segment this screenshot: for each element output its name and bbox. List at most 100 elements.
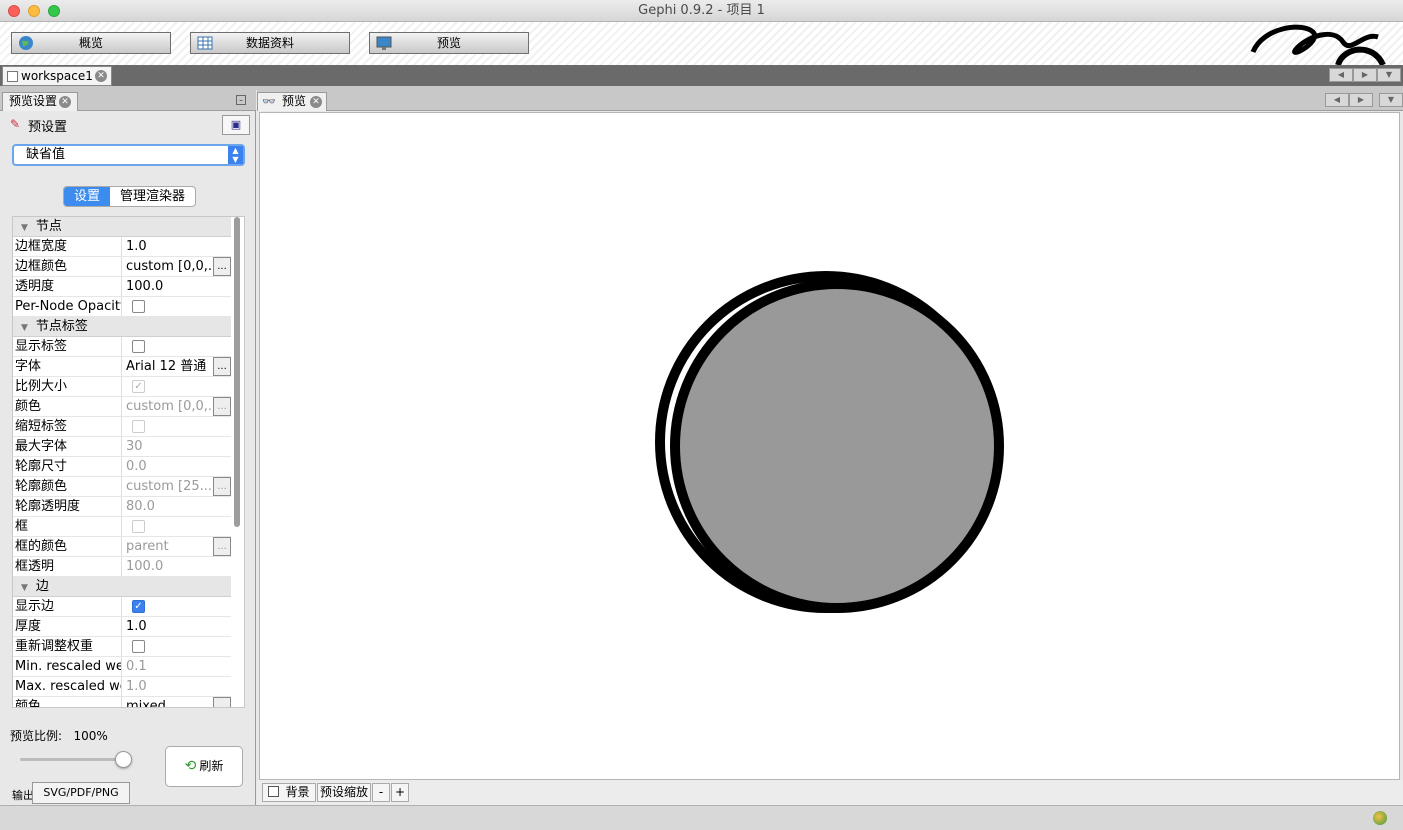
close-window-button[interactable] [8,5,20,17]
checkbox[interactable] [132,340,145,353]
property-value: 80.0 [121,497,231,516]
property-row: Per-Node Opacity [13,297,231,317]
property-value[interactable]: mixed... [121,697,231,707]
property-value-text: 1.0 [126,239,147,254]
refresh-button[interactable]: ⟲ 刷新 [165,746,243,787]
property-key: 比例大小 [15,379,68,394]
property-value[interactable]: 1.0 [121,237,231,256]
preset-select[interactable]: 缺省值 ▲ ▼ [12,144,245,166]
export-button[interactable]: SVG/PDF/PNG [32,782,130,804]
ellipsis-button[interactable]: ... [213,477,231,496]
property-value: 100.0 [121,557,231,576]
workspace-bar: workspace1 ✕ ◀ ▶ ▼ [0,65,1403,86]
preview-bottom-bar: 背景 预设缩放 - + [257,780,1403,805]
scrollbar-thumb[interactable] [234,217,240,527]
save-preset-button[interactable]: ▣ [222,115,250,135]
property-category[interactable]: ▼ 边 [13,577,231,597]
zoom-in-button[interactable]: + [391,783,409,802]
collapse-triangle-icon[interactable]: ▼ [21,579,28,598]
next-icon[interactable]: ▶ [1349,93,1373,107]
reset-zoom-button[interactable]: 预设缩放 [317,783,371,802]
property-key: 轮廓尺寸 [15,459,68,474]
preview-canvas[interactable] [259,112,1400,780]
scale-slider-track[interactable] [20,758,130,761]
property-category[interactable]: ▼ 节点标签 [13,317,231,337]
property-key: Min. rescaled weight [15,659,121,674]
property-row: 缩短标签 [13,417,231,437]
collapse-triangle-icon[interactable]: ▼ [21,319,28,338]
checkbox[interactable] [132,640,145,653]
prev-icon[interactable]: ◀ [1325,93,1349,107]
ellipsis-button[interactable]: ... [213,257,231,276]
property-value[interactable]: 1.0 [121,617,231,636]
next-icon[interactable]: ▶ [1353,68,1377,82]
ellipsis-button[interactable]: ... [213,537,231,556]
property-value[interactable]: 100.0 [121,277,231,296]
dropdown-icon[interactable]: ▼ [1377,68,1401,82]
zoom-window-button[interactable] [48,5,60,17]
dropdown-icon[interactable]: ▼ [1379,93,1403,107]
background-toggle[interactable]: 背景 [262,783,316,802]
property-row: 厚度 1.0 [13,617,231,637]
data-lab-button[interactable]: 数据资料 [190,32,350,54]
scale-slider-knob[interactable] [115,751,132,768]
close-icon[interactable]: ✕ [95,70,107,82]
property-scrollbar[interactable] [232,217,242,707]
collapse-triangle-icon[interactable]: ▼ [21,219,28,238]
tab-manage-renderers[interactable]: 管理渲染器 [110,187,195,206]
close-icon[interactable]: ✕ [59,96,71,108]
tab-preview-settings[interactable]: 预览设置 ✕ [2,92,78,111]
zoom-out-button[interactable]: - [372,783,390,802]
checkbox[interactable]: ✓ [132,600,145,613]
close-icon[interactable]: ✕ [310,96,322,108]
minimize-window-button[interactable] [28,5,40,17]
refresh-label: 刷新 [199,759,224,773]
preset-label: 预设置 [28,120,68,135]
property-key: Max. rescaled weight [15,679,121,694]
property-value[interactable] [121,637,231,656]
workspace-tab-label: workspace1 [21,69,93,83]
prev-icon[interactable]: ◀ [1329,68,1353,82]
property-category[interactable]: ▼ 节点 [13,217,231,237]
property-row: 颜色 custom [0,0,...... [13,397,231,417]
property-key: 显示标签 [15,339,68,354]
preview-button[interactable]: 预览 [369,32,529,54]
export-label: 输出 [12,789,34,802]
property-row: 颜色 mixed... [13,697,231,707]
property-value-text: custom [0,0,... [126,259,221,274]
property-value: 0.0 [121,457,231,476]
property-key: 重新调整权重 [15,639,94,654]
property-value-text: 30 [126,439,143,454]
ellipsis-button[interactable]: ... [213,397,231,416]
status-bar [0,805,1403,830]
property-row: 边框宽度 1.0 [13,237,231,257]
property-value-text: 0.0 [126,459,147,474]
property-value[interactable] [121,297,231,316]
property-row: 显示标签 [13,337,231,357]
minimize-panel-icon[interactable]: – [236,95,246,105]
tab-preview[interactable]: 👓 预览 ✕ [257,92,327,111]
property-row: 重新调整权重 [13,637,231,657]
property-value-text: Arial 12 普通 [126,359,207,374]
ellipsis-button[interactable]: ... [213,357,231,376]
workspace-tab[interactable]: workspace1 ✕ [2,66,112,86]
property-value[interactable] [121,337,231,356]
property-row: 显示边 ✓ [13,597,231,617]
glasses-icon: 👓 [262,95,276,108]
preview-area: 👓 预览 ✕ ◀ ▶ ▼ 背景 预设缩放 - + [257,90,1403,805]
checkbox[interactable] [132,300,145,313]
property-value-text: 80.0 [126,499,155,514]
overview-button[interactable]: 概览 [11,32,171,54]
property-value[interactable]: Arial 12 普通... [121,357,231,376]
property-value: 0.1 [121,657,231,676]
property-row: 比例大小 ✓ [13,377,231,397]
preview-settings-panel: 预览设置 ✕ – ✎ 预设置 ▣ 缺省值 ▲ ▼ 设置 管理渲染器 ▼ 节点 边框宽度… [0,90,256,805]
preset-select-value: 缺省值 [26,147,66,162]
tab-settings[interactable]: 设置 [64,187,111,206]
property-key: 轮廓颜色 [15,479,68,494]
property-value[interactable]: custom [0,0,...... [121,257,231,276]
update-globe-icon[interactable] [1373,811,1387,825]
pencil-icon: ✎ [10,117,21,131]
ellipsis-button[interactable]: ... [213,697,231,707]
property-value[interactable]: ✓ [121,597,231,616]
